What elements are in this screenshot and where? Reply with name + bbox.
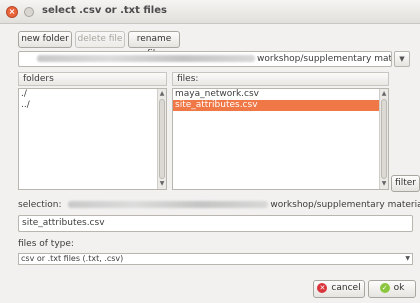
close-icon[interactable]: × bbox=[6, 6, 18, 18]
path-suffix: workshop/supplementary material bbox=[257, 54, 392, 64]
scroll-thumb[interactable] bbox=[159, 99, 165, 179]
files-scrollbar[interactable]: ▲ ▼ bbox=[379, 89, 388, 189]
folders-list[interactable]: ./ ../ ▲ ▼ bbox=[18, 88, 167, 190]
folders-scrollbar[interactable]: ▲ ▼ bbox=[157, 89, 166, 189]
selection-input[interactable]: site_attributes.csv bbox=[18, 215, 413, 232]
file-type-label: files of type: bbox=[18, 239, 74, 249]
path-combo[interactable]: workshop/supplementary material bbox=[18, 51, 392, 67]
chevron-down-icon[interactable]: ▼ bbox=[405, 254, 410, 264]
minimize-icon[interactable] bbox=[24, 7, 34, 17]
scroll-up-icon[interactable]: ▲ bbox=[158, 89, 166, 99]
scroll-up-icon[interactable]: ▲ bbox=[380, 89, 388, 99]
title-bar: × select .csv or .txt files bbox=[0, 0, 420, 24]
selection-label: selection: workshop/supplementary materi… bbox=[18, 200, 420, 210]
ok-label: ok bbox=[393, 283, 405, 293]
selection-path-suffix: workshop/supplementary material bbox=[270, 200, 420, 210]
cancel-label: cancel bbox=[331, 283, 361, 293]
cancel-button[interactable]: ✕ cancel bbox=[313, 280, 365, 298]
window-title: select .csv or .txt files bbox=[42, 5, 167, 16]
file-type-value: csv or .txt files (.txt, .csv) bbox=[21, 254, 124, 263]
scroll-thumb[interactable] bbox=[381, 99, 387, 179]
selection-label-text: selection: bbox=[18, 200, 62, 210]
new-folder-button[interactable]: new folder bbox=[18, 31, 72, 48]
file-item-selected[interactable]: site_attributes.csv bbox=[173, 100, 379, 111]
cancel-icon: ✕ bbox=[317, 282, 328, 293]
blurred-path bbox=[37, 55, 255, 62]
file-item[interactable]: maya_network.csv bbox=[173, 89, 388, 100]
files-list[interactable]: maya_network.csv site_attributes.csv ▲ ▼ bbox=[172, 88, 389, 190]
rename-file-button[interactable]: rename file bbox=[128, 31, 180, 59]
folder-item[interactable]: ../ bbox=[19, 100, 166, 111]
folders-header: folders bbox=[18, 72, 167, 86]
delete-file-button: delete file bbox=[75, 31, 125, 48]
blurred-selection-path bbox=[68, 201, 269, 208]
checkmark-icon: ✓ bbox=[379, 282, 390, 293]
folder-item[interactable]: ./ bbox=[19, 89, 166, 100]
ok-button[interactable]: ✓ ok bbox=[368, 280, 416, 298]
scroll-down-icon[interactable]: ▼ bbox=[158, 179, 166, 189]
file-type-select[interactable]: csv or .txt files (.txt, .csv) ▼ bbox=[18, 253, 413, 265]
scroll-down-icon[interactable]: ▼ bbox=[380, 179, 388, 189]
files-header: files: bbox=[172, 72, 389, 86]
filter-button[interactable]: filter bbox=[391, 175, 420, 192]
path-dropdown-arrow[interactable]: ▼ bbox=[394, 51, 410, 67]
